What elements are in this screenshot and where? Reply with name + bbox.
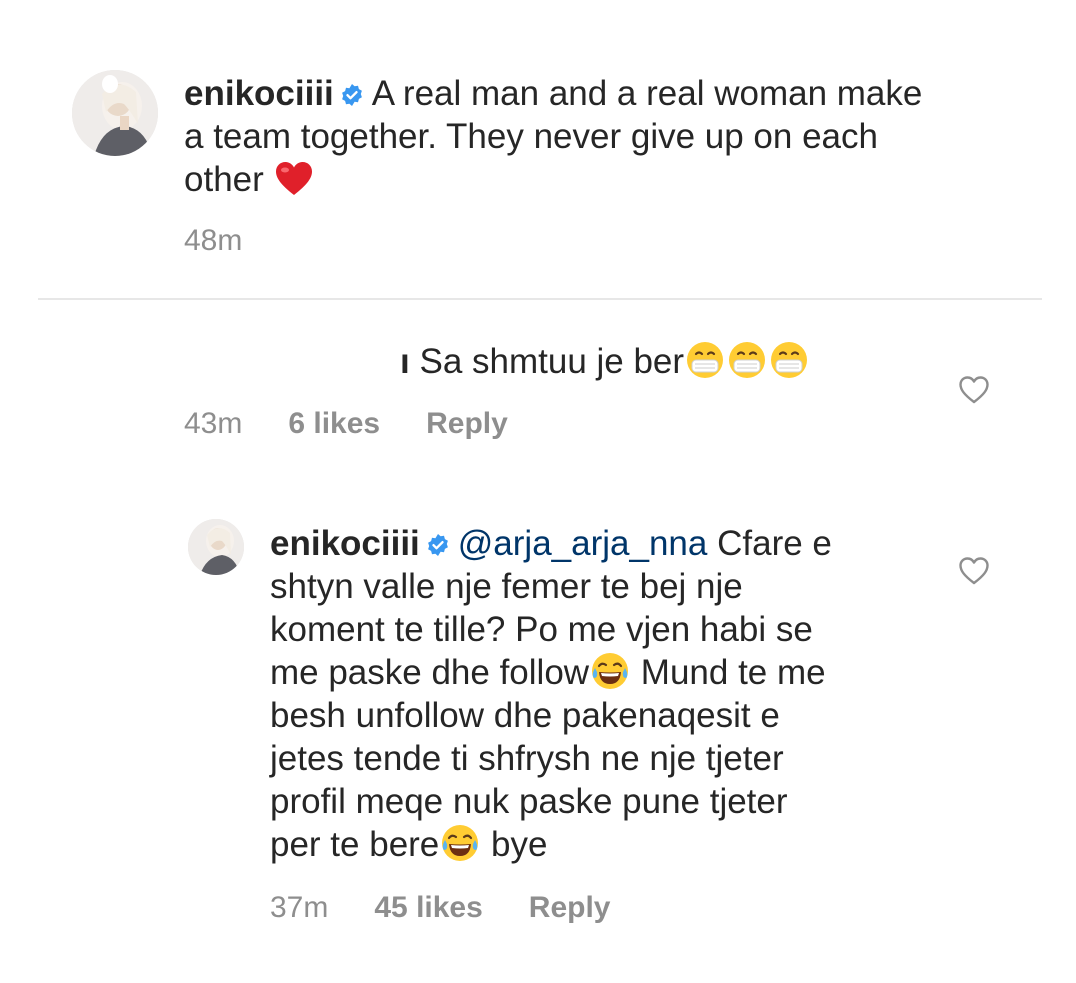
reply-likes-link[interactable]: 45 likes (374, 891, 482, 925)
caption-text: enikociiii A real man and a real woman ma… (184, 72, 1024, 201)
reply-line-7: profil meqe nuk paske pune tjeter (270, 782, 788, 821)
reply-line-2: shtyn valle nje femer te bej nje (270, 567, 743, 606)
reply-line-6: jetes tende ti shfrysh ne nje tjeter (270, 739, 784, 778)
tears-of-joy-emoji (440, 823, 480, 863)
reply-avatar-photo (188, 519, 244, 575)
caption-line-2: a team together. They never give up on e… (184, 117, 878, 156)
comment-body: Sa shmtuu je ber (419, 342, 685, 381)
verified-icon (426, 533, 450, 557)
reply-mention-link[interactable]: @arja_arja_nna (458, 524, 708, 563)
comment-username-fragment[interactable]: ı (400, 342, 410, 381)
reply-meta: 37m 45 likes Reply (270, 891, 611, 925)
caption-meta: 48m (184, 224, 242, 258)
reply-line-3: koment te tille? Po me vjen habi se (270, 610, 813, 649)
comment-reply-button[interactable]: Reply (426, 407, 508, 441)
tears-of-joy-emoji (590, 651, 630, 691)
reply-line-4: me paske dhe follow (270, 653, 590, 692)
mask-face-emoji (727, 340, 767, 380)
reply-line-8: per te bere (270, 825, 440, 864)
mask-face-emoji (685, 340, 725, 380)
reply-username[interactable]: enikociiii (270, 524, 420, 563)
like-reply-heart-icon[interactable] (958, 556, 990, 586)
avatar[interactable] (72, 70, 158, 156)
verified-icon (340, 83, 364, 107)
reply-line-4-end: Mund te me (631, 653, 826, 692)
caption-line-1: A real man and a real woman make (371, 74, 923, 113)
caption-username[interactable]: enikociiii (184, 74, 334, 113)
reply-timestamp: 37m (270, 891, 329, 924)
like-comment-heart-icon[interactable] (958, 375, 990, 405)
reply-line-5: besh unfollow dhe pakenaqesit e (270, 696, 780, 735)
comment-timestamp: 43m (184, 407, 243, 440)
caption-timestamp: 48m (184, 224, 243, 257)
reply-avatar[interactable] (188, 519, 244, 575)
mask-face-emoji (769, 340, 809, 380)
reply-line-1: Cfare e (717, 524, 832, 563)
reply-text: enikociiii @arja_arja_nna Cfare e shtyn v… (270, 522, 930, 866)
comment-text: ı Sa shmtuu je ber (400, 340, 920, 383)
divider (38, 298, 1042, 300)
reply-reply-button[interactable]: Reply (529, 891, 611, 925)
caption-line-3: other (184, 160, 264, 199)
red-heart-emoji (275, 161, 313, 197)
comment-likes-link[interactable]: 6 likes (288, 407, 380, 441)
avatar-photo (72, 70, 158, 156)
comment-meta: 43m 6 likes Reply (184, 407, 508, 441)
reply-line-8-end: bye (481, 825, 548, 864)
